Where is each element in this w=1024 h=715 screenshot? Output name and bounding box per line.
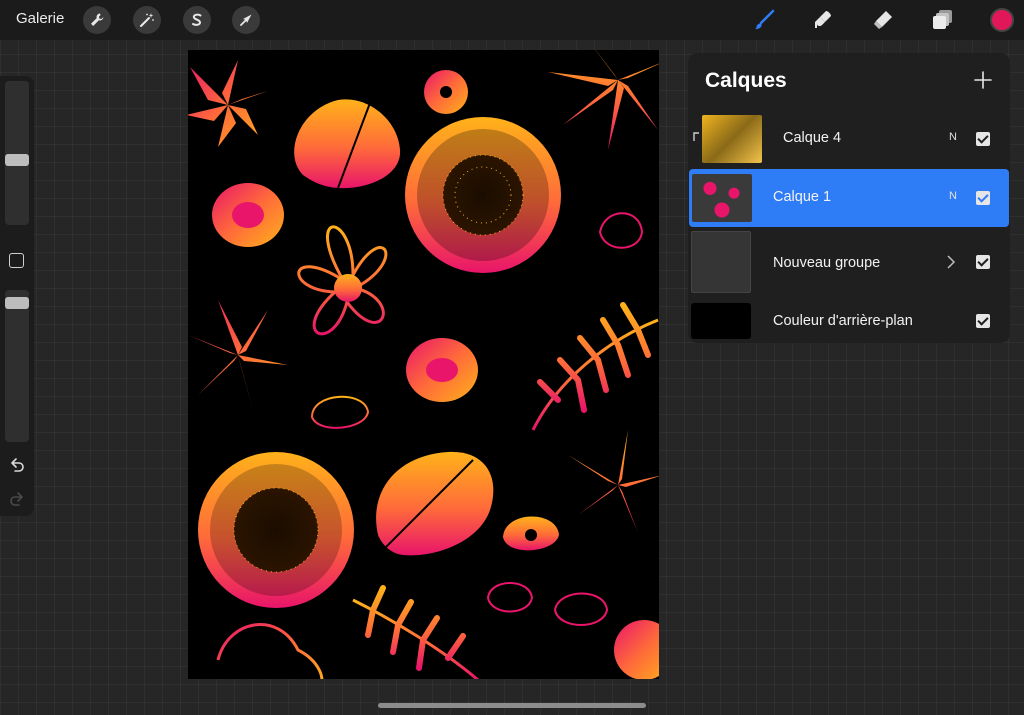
- adjustments-button[interactable]: [133, 6, 161, 34]
- top-toolbar: Galerie: [0, 0, 1024, 40]
- eraser-icon: [874, 11, 892, 29]
- layer-name[interactable]: Calque 4: [783, 130, 841, 146]
- visibility-checkbox[interactable]: [976, 314, 990, 328]
- eraser-button[interactable]: [869, 6, 897, 34]
- visibility-checkbox[interactable]: [976, 132, 990, 146]
- poppy-bottom: [503, 516, 559, 551]
- chevron-right-icon[interactable]: [946, 254, 956, 270]
- petal-outline-bottom-a: [486, 582, 534, 613]
- blend-mode-button[interactable]: N: [949, 190, 957, 202]
- layer-name[interactable]: Couleur d'arrière-plan: [773, 313, 913, 329]
- poppy-outline-left: [310, 395, 370, 429]
- home-indicator[interactable]: [378, 703, 646, 708]
- opacity-slider[interactable]: [5, 290, 29, 442]
- layer-thumbnail[interactable]: [702, 115, 762, 163]
- sunflower-bottom: [198, 452, 354, 608]
- layers-button[interactable]: [929, 6, 957, 34]
- undo-icon[interactable]: [8, 456, 26, 474]
- left-sidebar: [0, 76, 34, 516]
- monstera-leaf-bottom: [376, 451, 494, 556]
- layers-title: Calques: [705, 69, 787, 92]
- drawing-canvas[interactable]: [188, 50, 659, 679]
- opacity-thumb[interactable]: [5, 297, 29, 309]
- layer-row-calque-1[interactable]: Calque 1 N: [689, 169, 1009, 227]
- smudge-icon: [815, 11, 831, 28]
- selection-s-icon: [192, 13, 202, 26]
- clipping-mask-icon: [693, 132, 699, 141]
- petal-outline-right: [598, 212, 644, 249]
- layers-panel: Calques Calque 4 N Calque 1 N Nouveau gr…: [688, 53, 1010, 343]
- sunflower-top: [405, 117, 561, 273]
- blend-mode-button[interactable]: N: [949, 131, 957, 143]
- rose-center: [406, 338, 478, 402]
- monstera-leaf-top: [294, 94, 401, 189]
- rose-left: [212, 183, 284, 247]
- layers-icon: [933, 10, 952, 29]
- layer-name[interactable]: Nouveau groupe: [773, 255, 880, 271]
- orchid-outline-bottom: [216, 623, 324, 679]
- brush-icon: [755, 9, 775, 30]
- background-color-thumbnail[interactable]: [691, 303, 751, 339]
- actions-button[interactable]: [83, 6, 111, 34]
- orchid: [297, 225, 388, 336]
- poppy-top: [424, 70, 468, 114]
- layer-thumbnail[interactable]: [692, 174, 752, 222]
- transform-arrow-icon: [240, 14, 252, 26]
- pink-leaf-cluster: [188, 60, 268, 147]
- floral-artwork: [188, 50, 659, 679]
- star-leaf-left: [188, 300, 288, 410]
- group-thumbnail[interactable]: [691, 231, 751, 293]
- brush-button[interactable]: [750, 6, 778, 34]
- palm-leaf-top-right: [548, 50, 659, 150]
- add-layer-icon[interactable]: [972, 69, 994, 91]
- visibility-checkbox[interactable]: [976, 191, 990, 205]
- color-picker-button[interactable]: [990, 8, 1014, 32]
- wrench-icon: [91, 13, 104, 26]
- redo-icon[interactable]: [8, 490, 26, 508]
- palm-leaf-bottom-right: [568, 430, 659, 533]
- fern-right: [531, 302, 659, 431]
- visibility-checkbox[interactable]: [976, 255, 990, 269]
- petal-outline-bottom-b: [553, 592, 609, 626]
- modify-button[interactable]: [9, 253, 24, 268]
- brush-size-thumb[interactable]: [5, 153, 29, 166]
- gallery-button[interactable]: Galerie: [16, 10, 64, 27]
- layer-name[interactable]: Calque 1: [773, 189, 831, 205]
- smudge-button[interactable]: [809, 6, 837, 34]
- layer-row-background-color[interactable]: Couleur d'arrière-plan: [688, 299, 1010, 343]
- layer-row-group[interactable]: Nouveau groupe: [688, 229, 1010, 295]
- magic-wand-icon: [140, 13, 154, 27]
- transform-button[interactable]: [232, 6, 260, 34]
- selection-button[interactable]: [183, 6, 211, 34]
- layer-row-calque-4[interactable]: Calque 4 N: [688, 110, 1010, 168]
- rose-bottom-right: [614, 620, 659, 679]
- fern-bottom: [352, 585, 479, 679]
